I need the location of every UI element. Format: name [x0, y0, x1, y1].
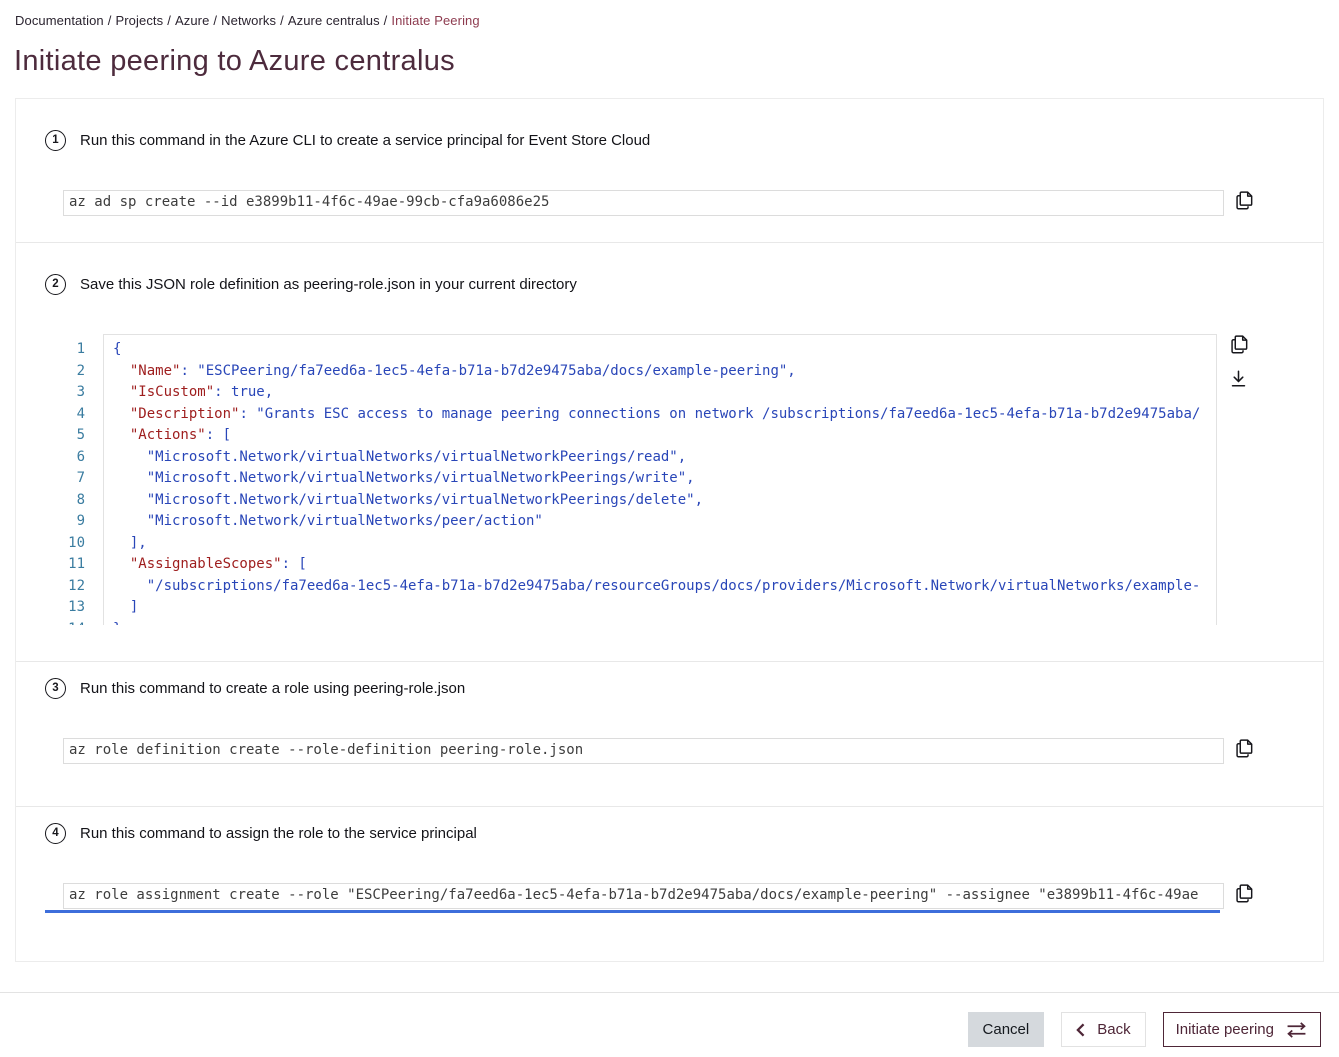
step-1: 1 Run this command in the Azure CLI to c… — [16, 99, 1323, 242]
copy-icon — [1235, 190, 1254, 211]
step-4-header: 4 Run this command to assign the role to… — [45, 823, 1294, 844]
json-copy-button[interactable] — [1230, 334, 1249, 355]
initiate-peering-label: Initiate peering — [1176, 1021, 1274, 1038]
json-editor[interactable]: 1234567891011121314 { "Name": "ESCPeerin… — [63, 334, 1217, 625]
step-1-label: Run this command in the Azure CLI to cre… — [80, 132, 650, 149]
step-2: 2 Save this JSON role definition as peer… — [16, 242, 1323, 661]
step-3: 3 Run this command to create a role usin… — [16, 661, 1323, 806]
horizontal-scrollbar[interactable] — [45, 910, 1220, 913]
page-title: Initiate peering to Azure centralus — [14, 44, 1339, 78]
json-download-button[interactable] — [1230, 369, 1247, 388]
breadcrumb-link-azure[interactable]: Azure — [175, 13, 209, 28]
copy-icon — [1235, 883, 1254, 904]
step-1-copy-button[interactable] — [1235, 190, 1254, 211]
step-4-label: Run this command to assign the role to t… — [80, 825, 477, 842]
initiate-peering-button[interactable]: Initiate peering — [1163, 1012, 1321, 1047]
breadcrumb-separator: / — [167, 13, 171, 28]
step-4: 4 Run this command to assign the role to… — [16, 806, 1323, 961]
back-button-label: Back — [1097, 1021, 1130, 1038]
swap-horizontal-icon — [1285, 1022, 1308, 1038]
json-editor-row: 1234567891011121314 { "Name": "ESCPeerin… — [63, 334, 1254, 625]
step-2-number-badge: 2 — [45, 274, 66, 295]
step-3-copy-button[interactable] — [1235, 738, 1254, 759]
step-3-number-badge: 3 — [45, 678, 66, 699]
step-1-number-badge: 1 — [45, 130, 66, 151]
step-3-command-row: az role definition create --role-definit… — [63, 738, 1254, 764]
step-2-header: 2 Save this JSON role definition as peer… — [45, 274, 1294, 295]
page: Documentation/Projects/Azure/Networks/Az… — [0, 0, 1339, 1047]
breadcrumb-separator: / — [280, 13, 284, 28]
step-4-command-row: az role assignment create --role "ESCPee… — [63, 883, 1254, 909]
breadcrumb-link-networks[interactable]: Networks — [221, 13, 276, 28]
step-1-header: 1 Run this command in the Azure CLI to c… — [45, 130, 1294, 151]
breadcrumb-link-documentation[interactable]: Documentation — [15, 13, 104, 28]
step-3-label: Run this command to create a role using … — [80, 680, 465, 697]
breadcrumb-separator: / — [108, 13, 112, 28]
step-1-command-input[interactable]: az ad sp create --id e3899b11-4f6c-49ae-… — [63, 190, 1224, 216]
copy-icon — [1235, 738, 1254, 759]
copy-icon — [1230, 334, 1249, 355]
steps-card: 1 Run this command in the Azure CLI to c… — [15, 98, 1324, 962]
breadcrumb-link-azure-centralus[interactable]: Azure centralus — [288, 13, 380, 28]
breadcrumb-current: Initiate Peering — [391, 13, 479, 28]
breadcrumb-separator: / — [213, 13, 217, 28]
step-4-command-input[interactable]: az role assignment create --role "ESCPee… — [63, 883, 1224, 909]
download-icon — [1230, 369, 1247, 388]
step-4-copy-button[interactable] — [1235, 883, 1254, 904]
cancel-button[interactable]: Cancel — [968, 1012, 1045, 1047]
footer: Cancel Back Initiate peering — [0, 993, 1339, 1047]
breadcrumb-separator: / — [384, 13, 388, 28]
step-1-command-row: az ad sp create --id e3899b11-4f6c-49ae-… — [63, 190, 1254, 216]
editor-icons — [1230, 334, 1254, 388]
line-numbers: 1234567891011121314 — [63, 334, 103, 625]
back-button[interactable]: Back — [1061, 1012, 1145, 1047]
breadcrumb-link-projects[interactable]: Projects — [115, 13, 163, 28]
json-code: { "Name": "ESCPeering/fa7eed6a-1ec5-4efa… — [103, 334, 1217, 625]
chevron-left-icon — [1076, 1023, 1085, 1037]
breadcrumb: Documentation/Projects/Azure/Networks/Az… — [0, 0, 1339, 28]
step-3-header: 3 Run this command to create a role usin… — [45, 678, 1294, 699]
step-4-number-badge: 4 — [45, 823, 66, 844]
step-2-label: Save this JSON role definition as peerin… — [80, 276, 577, 293]
step-3-command-input[interactable]: az role definition create --role-definit… — [63, 738, 1224, 764]
